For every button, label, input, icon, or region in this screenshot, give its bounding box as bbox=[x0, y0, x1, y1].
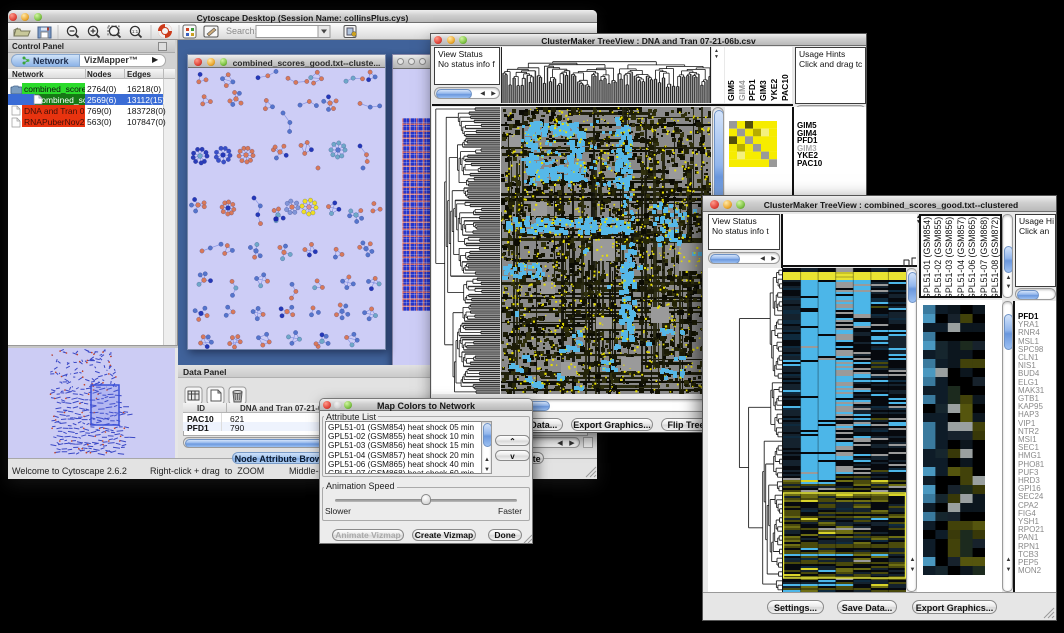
svg-text:1:1: 1:1 bbox=[132, 29, 139, 34]
svg-text:Search:: Search: bbox=[226, 26, 257, 36]
